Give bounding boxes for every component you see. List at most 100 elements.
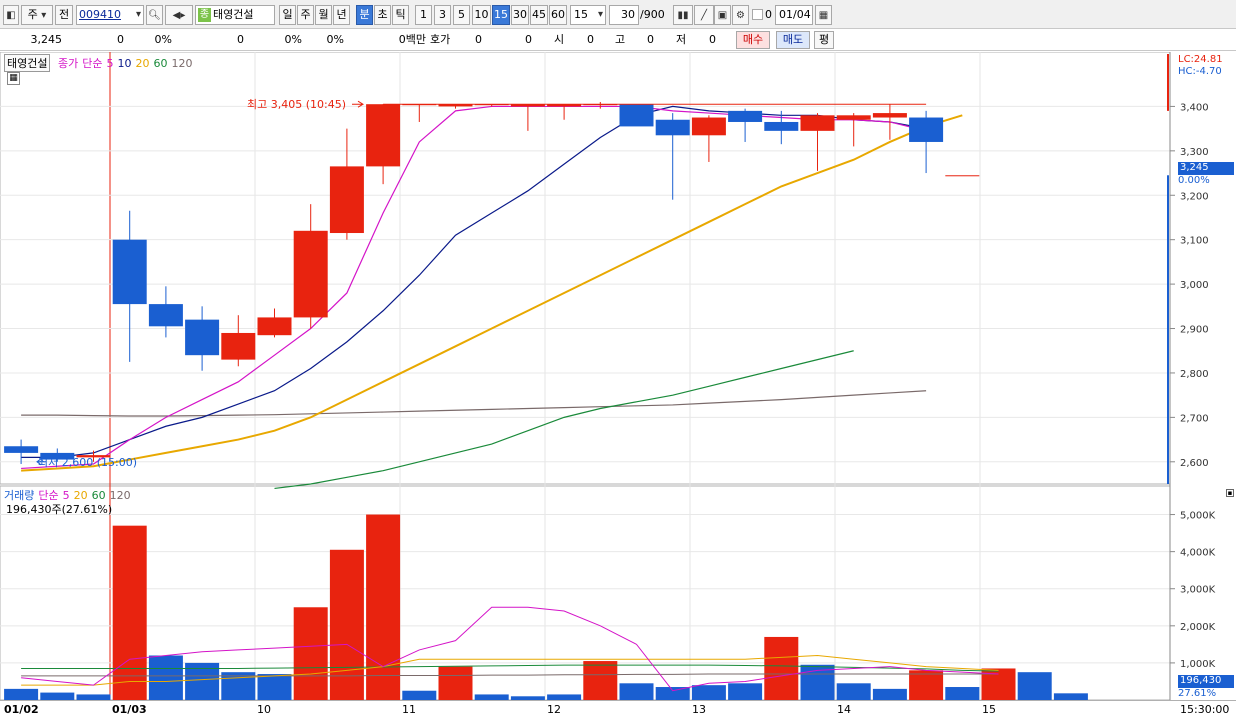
y-tick-label: 1,000K	[1180, 659, 1216, 670]
legend-vol-ma120: 120	[109, 489, 131, 502]
y-tick-label: 2,800	[1180, 369, 1209, 380]
legend-ma5: 5	[106, 57, 114, 70]
candle-body	[4, 446, 39, 453]
drawing-tool-icon[interactable]: ╱	[694, 5, 714, 25]
sell-button[interactable]: 매도	[776, 31, 810, 49]
interval-30[interactable]: 30	[511, 5, 529, 25]
volume-bar	[148, 655, 183, 700]
candle-type-icon[interactable]: ▮▮	[673, 5, 693, 25]
current-price: 3,245	[30, 33, 63, 46]
interval-15[interactable]: 15	[492, 5, 510, 25]
range-down-bar	[1167, 175, 1169, 484]
search-icon[interactable]: 🔍︎	[146, 5, 163, 25]
buy-button[interactable]: 매수	[736, 31, 770, 49]
period-year[interactable]: 년	[333, 5, 350, 25]
period-select[interactable]: 주 ▾	[21, 5, 53, 25]
y-tick-label: 2,000K	[1180, 622, 1216, 633]
volume-bar	[945, 687, 980, 700]
current-price-tag: 3,245	[1178, 162, 1234, 175]
chevron-down-icon: ▾	[597, 9, 603, 20]
gear-icon[interactable]: ⚙	[732, 5, 749, 25]
x-label: 11	[402, 703, 416, 716]
date-input[interactable]: 01/04	[775, 5, 813, 25]
period-week[interactable]: 주	[297, 5, 314, 25]
calendar-icon[interactable]: ▦	[815, 5, 832, 25]
volume-value: 0	[237, 33, 244, 46]
chevron-down-icon: ▾	[41, 10, 47, 21]
candle-body	[872, 113, 907, 118]
y-tick-label: 3,200	[1180, 191, 1209, 202]
y-tick-label: 5,000K	[1180, 511, 1216, 522]
volume-bar	[438, 666, 473, 700]
open-value: 0	[587, 33, 594, 46]
volume-bar	[655, 687, 690, 700]
legend-ma10: 10	[117, 57, 132, 70]
eval-button[interactable]: 평	[814, 31, 834, 49]
volume-bar	[909, 670, 944, 700]
period-second[interactable]: 초	[374, 5, 391, 25]
candle-body	[185, 319, 220, 356]
change-pct: 0%	[154, 33, 172, 46]
sound-icon[interactable]: ◀▸	[165, 5, 193, 25]
volume-bar	[366, 514, 401, 700]
volume-bar	[257, 674, 292, 700]
candle-body	[655, 119, 690, 136]
x-label: 13	[692, 703, 706, 716]
volume-bar	[836, 683, 871, 700]
info-bar: 3,245 0 0% 0 0% 0% 0백만 호가 0 0 시 0 고 0 저 …	[0, 29, 1236, 51]
save-icon[interactable]: ▣	[714, 5, 731, 25]
interval-45[interactable]: 45	[530, 5, 548, 25]
candle-body	[909, 117, 944, 142]
period-minute[interactable]: 분	[356, 5, 373, 25]
candle-body	[293, 230, 328, 318]
candle-body	[728, 110, 763, 122]
checkbox-label: 0	[765, 8, 772, 21]
volume-pct-tag: 27.61%	[1178, 688, 1217, 699]
low-annotation: 최저 2,600 (15:00)	[38, 456, 137, 469]
grid-icon[interactable]: ▦	[7, 72, 20, 85]
volume-bar	[329, 549, 364, 700]
interval-60[interactable]: 60	[549, 5, 567, 25]
period-month[interactable]: 월	[315, 5, 332, 25]
legend-close: 종가	[57, 57, 79, 70]
candle-body	[329, 166, 364, 234]
legend-ma60: 60	[153, 57, 168, 70]
volume-bar	[764, 636, 799, 700]
lc-label: LC:24.81	[1178, 54, 1223, 65]
y-tick-label: 3,000	[1180, 280, 1209, 291]
hc-label: HC:-4.70	[1178, 66, 1222, 77]
interval-select[interactable]: 15 ▾	[570, 5, 606, 25]
interval-5[interactable]: 5	[453, 5, 470, 25]
count-input[interactable]: 30	[609, 5, 639, 25]
stock-code-input[interactable]: 009410 ▾	[76, 5, 144, 25]
volume-bar	[619, 683, 654, 700]
prev-button[interactable]: 전	[55, 5, 73, 25]
y-tick-label: 2,900	[1180, 325, 1209, 336]
hoga-value-2: 0	[525, 33, 532, 46]
interval-1[interactable]: 1	[415, 5, 432, 25]
close-icon[interactable]: ▪	[1226, 489, 1234, 497]
volume-bar	[1053, 693, 1088, 700]
candle-body	[257, 317, 292, 336]
toolbar: ◧ 주 ▾ 전 009410 ▾ 🔍︎ ◀▸ 종 태영건설 일 주 월 년 분 초 …	[0, 0, 1236, 29]
y-tick-label: 3,100	[1180, 236, 1209, 247]
x-label: 15	[982, 703, 996, 716]
chart-menu-icon[interactable]: ◧	[3, 5, 19, 25]
stock-chart[interactable]: 2,600 2,700 2,800 2,900 3,000 3,100 3,200 3,300…	[0, 52, 1236, 700]
count-total: /900	[640, 8, 665, 21]
stock-title[interactable]: 태영건설	[4, 54, 51, 72]
volume-bar	[402, 690, 437, 700]
period-day[interactable]: 일	[279, 5, 296, 25]
x-label: 14	[837, 703, 851, 716]
interval-10[interactable]: 10	[472, 5, 491, 25]
high-value: 0	[647, 33, 654, 46]
x-axis: 01/02 01/03 10 11 12 13 14 15 15:30:00	[0, 700, 1236, 720]
checkbox[interactable]	[752, 9, 763, 20]
period-tick[interactable]: 틱	[392, 5, 409, 25]
y-tick-label: 3,300	[1180, 147, 1209, 158]
stock-name-field[interactable]: 종 태영건설	[195, 5, 275, 25]
candle-body	[945, 175, 980, 177]
interval-3[interactable]: 3	[434, 5, 451, 25]
volume-bar	[1017, 672, 1052, 700]
value-pct: 0%	[326, 33, 344, 46]
